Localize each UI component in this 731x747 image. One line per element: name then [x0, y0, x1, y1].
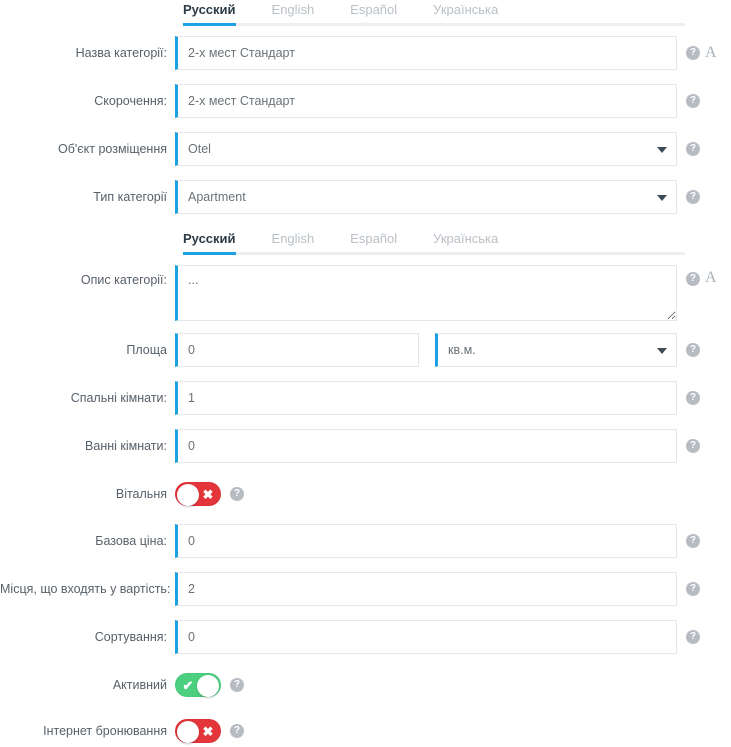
help-icon[interactable]: ?	[230, 724, 244, 738]
row-included-places: Місця, що входять у вартість: ?	[0, 572, 731, 606]
language-tabs-primary: Русский English Español Українська	[183, 0, 685, 26]
help-icon[interactable]: ?	[686, 94, 700, 108]
row-accommodation-object: Об'єкт розміщення Otel ?	[0, 132, 731, 166]
row-active: Активний ✔ ?	[0, 668, 731, 702]
label-category-description: Опис категорії:	[80, 273, 167, 287]
label-included-places: Місця, що входять у вартість:	[0, 582, 171, 596]
area-unit-select[interactable]: кв.м.	[435, 333, 677, 367]
living-room-toggle[interactable]: ✖	[175, 482, 221, 506]
label-bedrooms: Спальні кімнати:	[70, 391, 167, 405]
field-sorting: ?	[175, 620, 731, 654]
translate-icon[interactable]: A	[705, 270, 717, 286]
category-type-select[interactable]: Apartment	[175, 180, 677, 214]
field-included-places: ?	[175, 572, 731, 606]
bedrooms-input[interactable]	[175, 381, 677, 415]
row-sorting: Сортування: ?	[0, 620, 731, 654]
field-area: кв.м. ?	[175, 333, 731, 367]
help-icon[interactable]: ?	[686, 534, 700, 548]
tab-ukrainska[interactable]: Українська	[433, 3, 498, 23]
category-type-value: Apartment	[188, 190, 246, 204]
label-active: Активний	[112, 678, 167, 692]
label-bathrooms: Ванні кімнати:	[85, 439, 167, 453]
cross-icon: ✖	[202, 487, 214, 502]
help-icon[interactable]: ?	[686, 343, 700, 357]
area-unit-value: кв.м.	[448, 343, 476, 357]
tab-espanol-description[interactable]: Español	[350, 232, 397, 252]
included-places-input[interactable]	[175, 572, 677, 606]
label-area: Площа	[126, 343, 167, 357]
row-category-description: Опис категорії: ... ? A	[0, 265, 731, 321]
label-base-price: Базова ціна:	[95, 534, 167, 548]
accommodation-object-select[interactable]: Otel	[175, 132, 677, 166]
field-category-description: ... ? A	[175, 265, 731, 321]
field-abbreviation: ?	[175, 84, 731, 118]
tab-english[interactable]: English	[272, 3, 315, 23]
row-area: Площа кв.м. ?	[0, 333, 731, 367]
toggle-knob	[177, 484, 199, 506]
field-category-name: ? A	[175, 36, 731, 70]
field-bedrooms: ?	[175, 381, 731, 415]
active-toggle[interactable]: ✔	[175, 673, 221, 697]
help-icon[interactable]: ?	[686, 142, 700, 156]
toggle-knob	[177, 721, 199, 743]
tab-ukrainska-description[interactable]: Українська	[433, 232, 498, 252]
toggle-knob	[197, 675, 219, 697]
label-abbreviation: Скорочення:	[94, 94, 167, 108]
field-category-type: Apartment ?	[175, 180, 731, 214]
field-accommodation-object: Otel ?	[175, 132, 731, 166]
tab-espanol[interactable]: Español	[350, 3, 397, 23]
label-internet-booking: Інтернет бронювання	[43, 724, 167, 738]
bathrooms-input[interactable]	[175, 429, 677, 463]
row-base-price: Базова ціна: ?	[0, 524, 731, 558]
help-icon[interactable]: ?	[686, 582, 700, 596]
check-icon: ✔	[182, 678, 194, 693]
label-sorting: Сортування:	[94, 630, 167, 644]
cross-icon: ✖	[202, 724, 214, 739]
tab-russkiy[interactable]: Русский	[183, 3, 236, 26]
base-price-input[interactable]	[175, 524, 677, 558]
tab-russkiy-description[interactable]: Русский	[183, 232, 236, 255]
help-icon[interactable]: ?	[686, 391, 700, 405]
chevron-down-icon	[657, 348, 667, 354]
field-internet-booking: ✖ ?	[175, 714, 731, 747]
field-living-room: ✖ ?	[175, 477, 731, 511]
row-bedrooms: Спальні кімнати: ?	[0, 381, 731, 415]
row-abbreviation: Скорочення: ?	[0, 84, 731, 118]
sorting-input[interactable]	[175, 620, 677, 654]
help-icon[interactable]: ?	[686, 190, 700, 204]
help-icon[interactable]: ?	[686, 439, 700, 453]
label-category-name: Назва категорії:	[75, 46, 167, 60]
label-living-room: Вітальня	[115, 487, 167, 501]
chevron-down-icon	[657, 147, 667, 153]
row-internet-booking: Інтернет бронювання ✖ ?	[0, 714, 731, 747]
tab-list: Русский English Español Українська	[183, 229, 685, 255]
category-name-input[interactable]	[175, 36, 677, 70]
help-icon[interactable]: ?	[230, 678, 244, 692]
tab-list: Русский English Español Українська	[183, 0, 685, 26]
row-category-type: Тип категорії Apartment ?	[0, 180, 731, 214]
field-base-price: ?	[175, 524, 731, 558]
row-category-name: Назва категорії: ? A	[0, 36, 731, 70]
language-tabs-description: Русский English Español Українська	[183, 229, 685, 255]
field-bathrooms: ?	[175, 429, 731, 463]
help-icon[interactable]: ?	[686, 272, 700, 286]
help-icon[interactable]: ?	[686, 630, 700, 644]
abbreviation-input[interactable]	[175, 84, 677, 118]
area-input[interactable]	[175, 333, 419, 367]
label-accommodation-object: Об'єкт розміщення	[58, 142, 167, 156]
category-description-textarea[interactable]: ...	[175, 265, 677, 321]
row-bathrooms: Ванні кімнати: ?	[0, 429, 731, 463]
field-active: ✔ ?	[175, 668, 731, 702]
accommodation-object-value: Otel	[188, 142, 211, 156]
tab-english-description[interactable]: English	[272, 232, 315, 252]
chevron-down-icon	[657, 195, 667, 201]
row-living-room: Вітальня ✖ ?	[0, 477, 731, 511]
translate-icon[interactable]: A	[705, 45, 717, 61]
internet-booking-toggle[interactable]: ✖	[175, 719, 221, 743]
help-icon[interactable]: ?	[230, 487, 244, 501]
category-edit-form: Русский English Español Українська Назва…	[0, 0, 731, 747]
help-icon[interactable]: ?	[686, 46, 700, 60]
label-category-type: Тип категорії	[93, 190, 167, 204]
